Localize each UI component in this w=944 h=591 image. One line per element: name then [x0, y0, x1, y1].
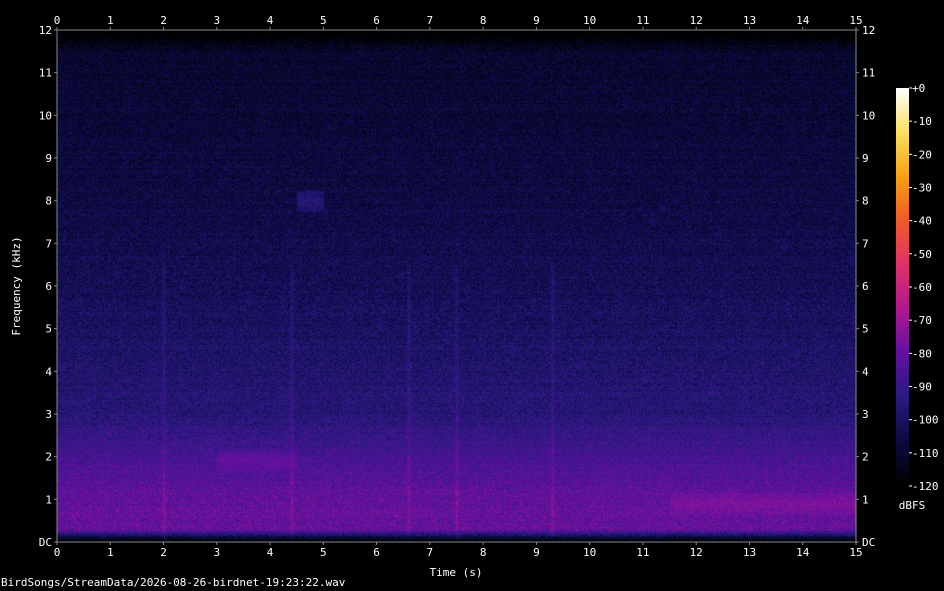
- y-tick-label-left: 4: [45, 365, 52, 378]
- x-tick-label-top: 2: [160, 14, 167, 27]
- x-tick-label-bottom: 4: [267, 546, 274, 559]
- spectrogram-figure: 0 1 2 3 4 5 6 7 8 9 10 11 12 13 14 15 0 1 2 3 4 5 6 7 8 9 10 11 12 1…: [10, 14, 939, 579]
- x-tick-label-top: 5: [320, 14, 327, 27]
- colorbar-tick-label: -50: [912, 248, 932, 261]
- x-tick-label-top: 15: [849, 14, 862, 27]
- colorbar-tick-label: -10: [912, 115, 932, 128]
- y-axis-right: DC123456789101112: [856, 24, 875, 549]
- colorbar-tick-label: -70: [912, 314, 932, 327]
- colorbar-tick-label: -90: [912, 381, 932, 394]
- x-tick-label-top: 8: [480, 14, 487, 27]
- colorbar-ticks: +0 -10 -20 -30 -40 -50 -60 -70 -80 -90 -100 -110 -12…: [909, 82, 939, 493]
- x-tick-label-bottom: 12: [690, 546, 703, 559]
- y-axis-label: Frequency (kHz): [10, 236, 23, 335]
- x-axis-label: Time (s): [430, 566, 483, 579]
- x-tick-label-bottom: 7: [427, 546, 434, 559]
- x-tick-label-top: 12: [690, 14, 703, 27]
- x-tick-label-bottom: 0: [54, 546, 61, 559]
- x-axis-top: 0 1 2 3 4 5 6 7 8 9 10 11 12 13 14 15: [54, 14, 863, 30]
- x-tick-label-top: 14: [796, 14, 810, 27]
- y-tick-label-right: 12: [862, 24, 875, 37]
- x-tick-label-bottom: 11: [636, 546, 649, 559]
- x-tick-label-top: 7: [427, 14, 434, 27]
- y-tick-label-right: 2: [862, 451, 869, 464]
- colorbar-tick-label: -120: [912, 480, 939, 493]
- y-tick-label-left: DC: [39, 536, 52, 549]
- x-tick-label-bottom: 8: [480, 546, 487, 559]
- colorbar-tick-label: -80: [912, 347, 932, 360]
- y-tick-label-left: 10: [39, 109, 52, 122]
- y-tick-label-left: 5: [45, 323, 52, 336]
- colorbar: [896, 88, 909, 486]
- x-tick-label-top: 11: [636, 14, 649, 27]
- colorbar-tick-label: +0: [912, 82, 925, 95]
- x-tick-label-bottom: 6: [373, 546, 380, 559]
- x-tick-label-top: 1: [107, 14, 114, 27]
- y-tick-label-left: 12: [39, 24, 52, 37]
- y-tick-label-right: 8: [862, 195, 869, 208]
- file-path-label: BirdSongs/StreamData/2026-08-26-birdnet-…: [1, 576, 346, 589]
- x-tick-label-top: 10: [583, 14, 596, 27]
- x-tick-label-top: 13: [743, 14, 756, 27]
- y-tick-label-right: 10: [862, 109, 875, 122]
- x-axis-bottom: 0 1 2 3 4 5 6 7 8 9 10 11 12 13 14 15: [54, 542, 863, 559]
- colorbar-tick-label: -110: [912, 447, 939, 460]
- x-tick-label-top: 9: [533, 14, 540, 27]
- colorbar-tick-label: -100: [912, 414, 939, 427]
- x-tick-label-bottom: 5: [320, 546, 327, 559]
- colorbar-tick-label: -30: [912, 182, 932, 195]
- y-tick-label-right: 7: [862, 237, 869, 250]
- colorbar-label: dBFS: [899, 499, 926, 512]
- x-tick-label-top: 4: [267, 14, 274, 27]
- y-tick-label-left: 8: [45, 195, 52, 208]
- y-tick-label-right: 11: [862, 67, 875, 80]
- x-tick-label-bottom: 13: [743, 546, 756, 559]
- y-axis-left: DC123456789101112: [39, 24, 57, 549]
- y-tick-label-left: 9: [45, 152, 52, 165]
- y-tick-label-right: 6: [862, 280, 869, 293]
- x-tick-label-bottom: 15: [849, 546, 862, 559]
- x-tick-label-top: 3: [213, 14, 220, 27]
- colorbar-tick-label: -60: [912, 281, 932, 294]
- colorbar-tick-label: -40: [912, 215, 932, 228]
- x-tick-label-bottom: 14: [796, 546, 810, 559]
- x-tick-label-bottom: 9: [533, 546, 540, 559]
- x-tick-label-bottom: 3: [213, 546, 220, 559]
- y-tick-label-left: 1: [45, 493, 52, 506]
- y-tick-label-right: 1: [862, 493, 869, 506]
- x-tick-label-top: 0: [54, 14, 61, 27]
- y-tick-label-left: 6: [45, 280, 52, 293]
- y-tick-label-right: DC: [862, 536, 875, 549]
- y-tick-label-right: 5: [862, 323, 869, 336]
- colorbar-tick-label: -20: [912, 148, 932, 161]
- x-tick-label-top: 6: [373, 14, 380, 27]
- x-tick-label-bottom: 1: [107, 546, 114, 559]
- y-tick-label-right: 3: [862, 408, 869, 421]
- y-tick-label-right: 9: [862, 152, 869, 165]
- y-tick-label-left: 11: [39, 67, 52, 80]
- y-tick-label-left: 7: [45, 237, 52, 250]
- spectrogram-image: [57, 30, 856, 542]
- y-tick-label-left: 2: [45, 451, 52, 464]
- x-tick-label-bottom: 10: [583, 546, 596, 559]
- y-tick-label-right: 4: [862, 365, 869, 378]
- x-tick-label-bottom: 2: [160, 546, 167, 559]
- y-tick-label-left: 3: [45, 408, 52, 421]
